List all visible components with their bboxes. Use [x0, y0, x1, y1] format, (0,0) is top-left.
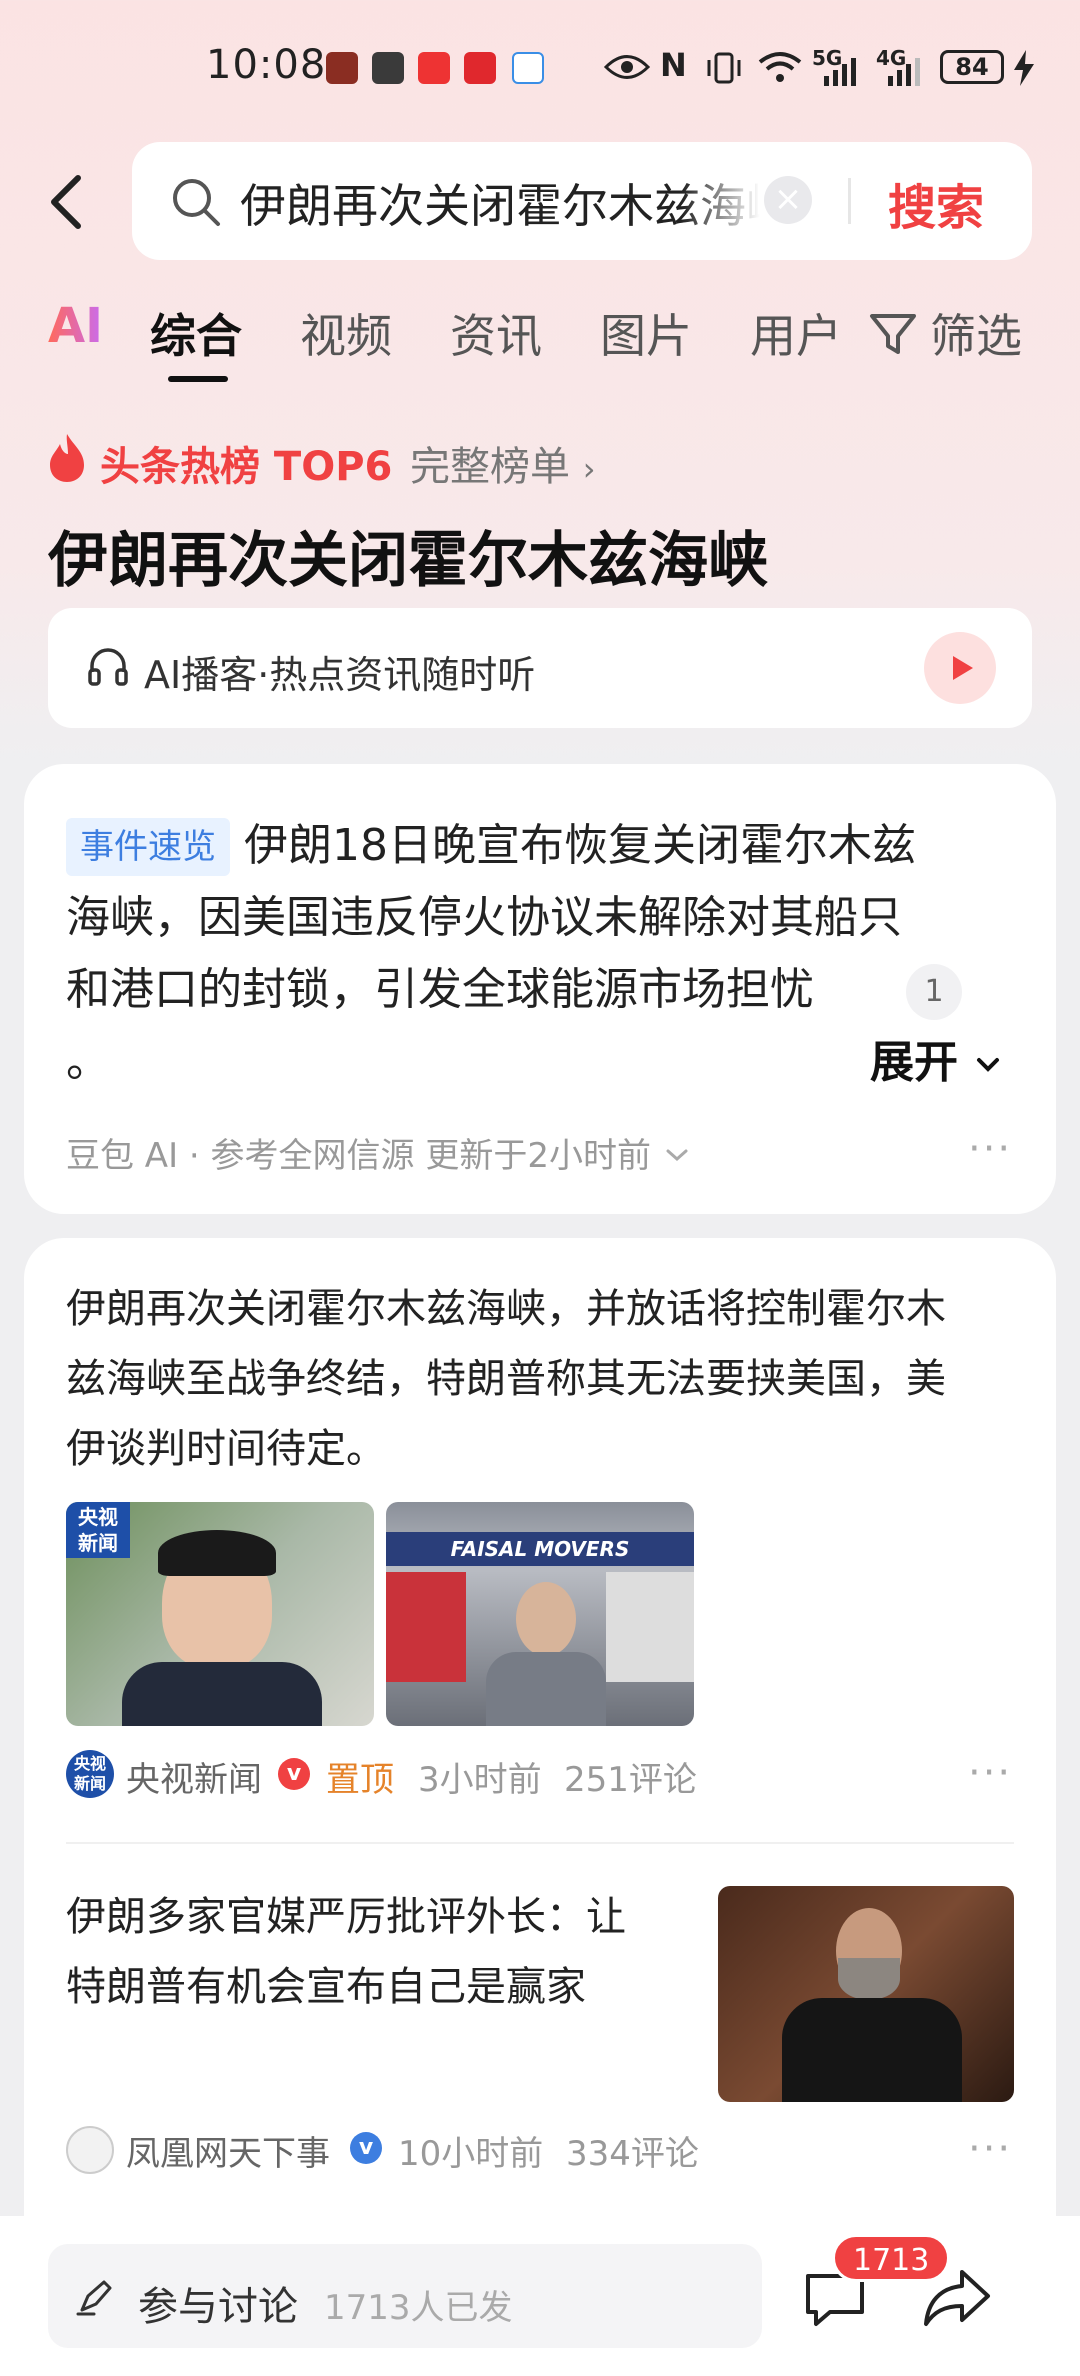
pen-icon — [76, 2280, 112, 2316]
search-button[interactable]: 搜索 — [888, 168, 984, 238]
article-2-title[interactable]: 伊朗多家官媒严厉批评外长：让 特朗普有机会宣布自己是赢家 — [66, 1882, 696, 2022]
article-1-image-1[interactable]: 央视 新闻 — [66, 1502, 374, 1726]
fire-icon — [50, 434, 84, 482]
bus-right — [606, 1572, 694, 1682]
play-icon — [953, 656, 973, 680]
event-source[interactable]: 豆包 AI · 参考全网信源 更新于2小时前 — [66, 1128, 692, 1177]
chevron-down-icon — [666, 1149, 688, 1162]
full-list-label: 完整榜单 — [410, 444, 570, 490]
more-icon: ··· — [968, 1750, 1013, 1796]
reference-badge[interactable]: 1 — [906, 964, 962, 1020]
tab-users[interactable]: 用户 — [750, 300, 842, 366]
chevron-down-icon — [977, 1058, 1000, 1072]
chevron-left-icon — [51, 175, 81, 229]
event-more-button[interactable]: ··· — [968, 1126, 1012, 1172]
event-summary-line-2: 海峡，因美国违反停火协议未解除对其船只 — [66, 892, 902, 943]
vibrate-icon — [707, 52, 741, 84]
reporter-2-face — [516, 1582, 576, 1656]
search-divider — [848, 178, 851, 224]
discuss-count: 1713人已发 — [324, 2288, 513, 2328]
article-1-time: 3小时前 — [418, 1760, 542, 1800]
status-time: 10:08 — [206, 42, 327, 88]
article-1-title[interactable]: 伊朗再次关闭霍尔木兹海峡，并放话将控制霍尔木 兹海峡至战争终结，特朗普称其无法要… — [66, 1274, 1016, 1484]
faisal-movers-sign: FAISAL MOVERS — [386, 1532, 694, 1566]
more-icon: ··· — [968, 2126, 1013, 2172]
search-input[interactable]: 伊朗再次关闭霍尔木兹海峡 — [240, 170, 760, 236]
article-1-source[interactable]: 央视新闻 — [126, 1752, 262, 1801]
article-1-image-2[interactable]: FAISAL MOVERS — [386, 1502, 694, 1726]
tab-ai[interactable]: AI — [48, 298, 103, 354]
filter-icon — [870, 314, 916, 354]
eye-icon — [604, 55, 650, 79]
article-2-image[interactable] — [718, 1886, 1014, 2102]
ai-podcast-label: AI播客·热点资讯随时听 — [144, 653, 536, 697]
article-2-time: 10小时前 — [398, 2134, 544, 2174]
share-icon — [924, 2270, 990, 2326]
battery-indicator: 84 — [940, 50, 1004, 84]
tab-news[interactable]: 资讯 — [450, 300, 542, 366]
back-button[interactable] — [40, 162, 100, 242]
wifi-icon — [758, 52, 802, 82]
chevron-right-icon: › — [582, 450, 596, 488]
article-2-source[interactable]: 凤凰网天下事 — [126, 2126, 330, 2175]
event-summary-line-3: 和港口的封锁，引发全球能源市场担忧 — [66, 964, 814, 1015]
reporter-2-body — [486, 1652, 606, 1726]
event-source-text: 豆包 AI · 参考全网信源 更新于2小时前 — [66, 1136, 651, 1176]
cctv-news-logo: 央视 新闻 — [66, 1502, 130, 1558]
reporter-suit — [122, 1662, 322, 1726]
article-2-more-button[interactable]: ··· — [968, 2126, 1012, 2172]
clear-search-button[interactable]: × — [764, 176, 812, 224]
share-button[interactable] — [920, 2262, 996, 2336]
article-2-line: 伊朗多家官媒严厉批评外长：让 — [66, 1894, 626, 1940]
expand-label: 展开 — [870, 1037, 958, 1088]
tab-images[interactable]: 图片 — [600, 300, 692, 366]
article-1-line: 伊谈判时间待定。 — [66, 1426, 386, 1472]
reporter-hair — [158, 1530, 276, 1576]
close-icon: × — [773, 179, 803, 219]
event-summary-line-1: 伊朗18日晚宣布恢复关闭霍尔木兹 — [244, 820, 916, 871]
podcast-play-button[interactable] — [924, 632, 996, 704]
status-bar: 10:08 N 5G 4G 84 — [0, 0, 1080, 130]
article-1-comments[interactable]: 251评论 — [564, 1752, 697, 1801]
minister-beard — [838, 1958, 900, 2000]
headphones-icon — [88, 648, 128, 686]
signal-4g-icon — [888, 58, 920, 86]
hot-headline[interactable]: 伊朗再次关闭霍尔木兹海峡 — [48, 512, 768, 599]
toutiao-app-icon — [464, 52, 496, 84]
active-tab-indicator — [168, 376, 228, 382]
search-icon — [173, 179, 220, 226]
full-list-link[interactable]: 完整榜单 › — [410, 434, 596, 492]
signal-5g-icon — [824, 58, 856, 86]
article-1-more-button[interactable]: ··· — [968, 1750, 1012, 1796]
nfc-icon: N — [660, 46, 687, 84]
news-app-icon — [418, 52, 450, 84]
verified-red-icon: v — [278, 1758, 310, 1790]
filter-button[interactable]: 筛选 — [866, 300, 1022, 366]
article-1-line: 伊朗再次关闭霍尔木兹海峡，并放话将控制霍尔木 — [66, 1286, 946, 1332]
filter-label: 筛选 — [930, 309, 1022, 363]
charging-icon — [1014, 50, 1034, 86]
discuss-label: 参与讨论 — [138, 2284, 298, 2330]
verified-blue-icon: v — [350, 2132, 382, 2164]
pinned-label: 置顶 — [326, 1760, 394, 1800]
expand-button[interactable]: 展开 — [870, 1026, 1003, 1090]
event-tag: 事件速览 — [66, 818, 230, 876]
tab-video[interactable]: 视频 — [300, 300, 392, 366]
article-2-comments[interactable]: 334评论 — [566, 2126, 699, 2175]
shield-app-icon — [372, 52, 404, 84]
minister-suit — [782, 1998, 962, 2102]
tab-comprehensive[interactable]: 综合 — [150, 300, 242, 366]
event-summary-line-4: 。 — [66, 1036, 110, 1087]
cctv-avatar[interactable]: 央视 新闻 — [66, 1750, 114, 1798]
hot-list-label: 头条热榜 TOP6 — [100, 444, 393, 490]
bus-left — [386, 1572, 466, 1682]
more-icon: ··· — [968, 1126, 1013, 1172]
article-2-line: 特朗普有机会宣布自己是赢家 — [66, 1964, 586, 2010]
article-divider — [66, 1842, 1014, 1844]
cctv-app-icon — [512, 52, 544, 84]
huawei-app-icon — [326, 52, 358, 84]
article-1-line: 兹海峡至战争终结，特朗普称其无法要挟美国，美 — [66, 1356, 946, 1402]
ifeng-avatar[interactable] — [66, 2126, 114, 2174]
